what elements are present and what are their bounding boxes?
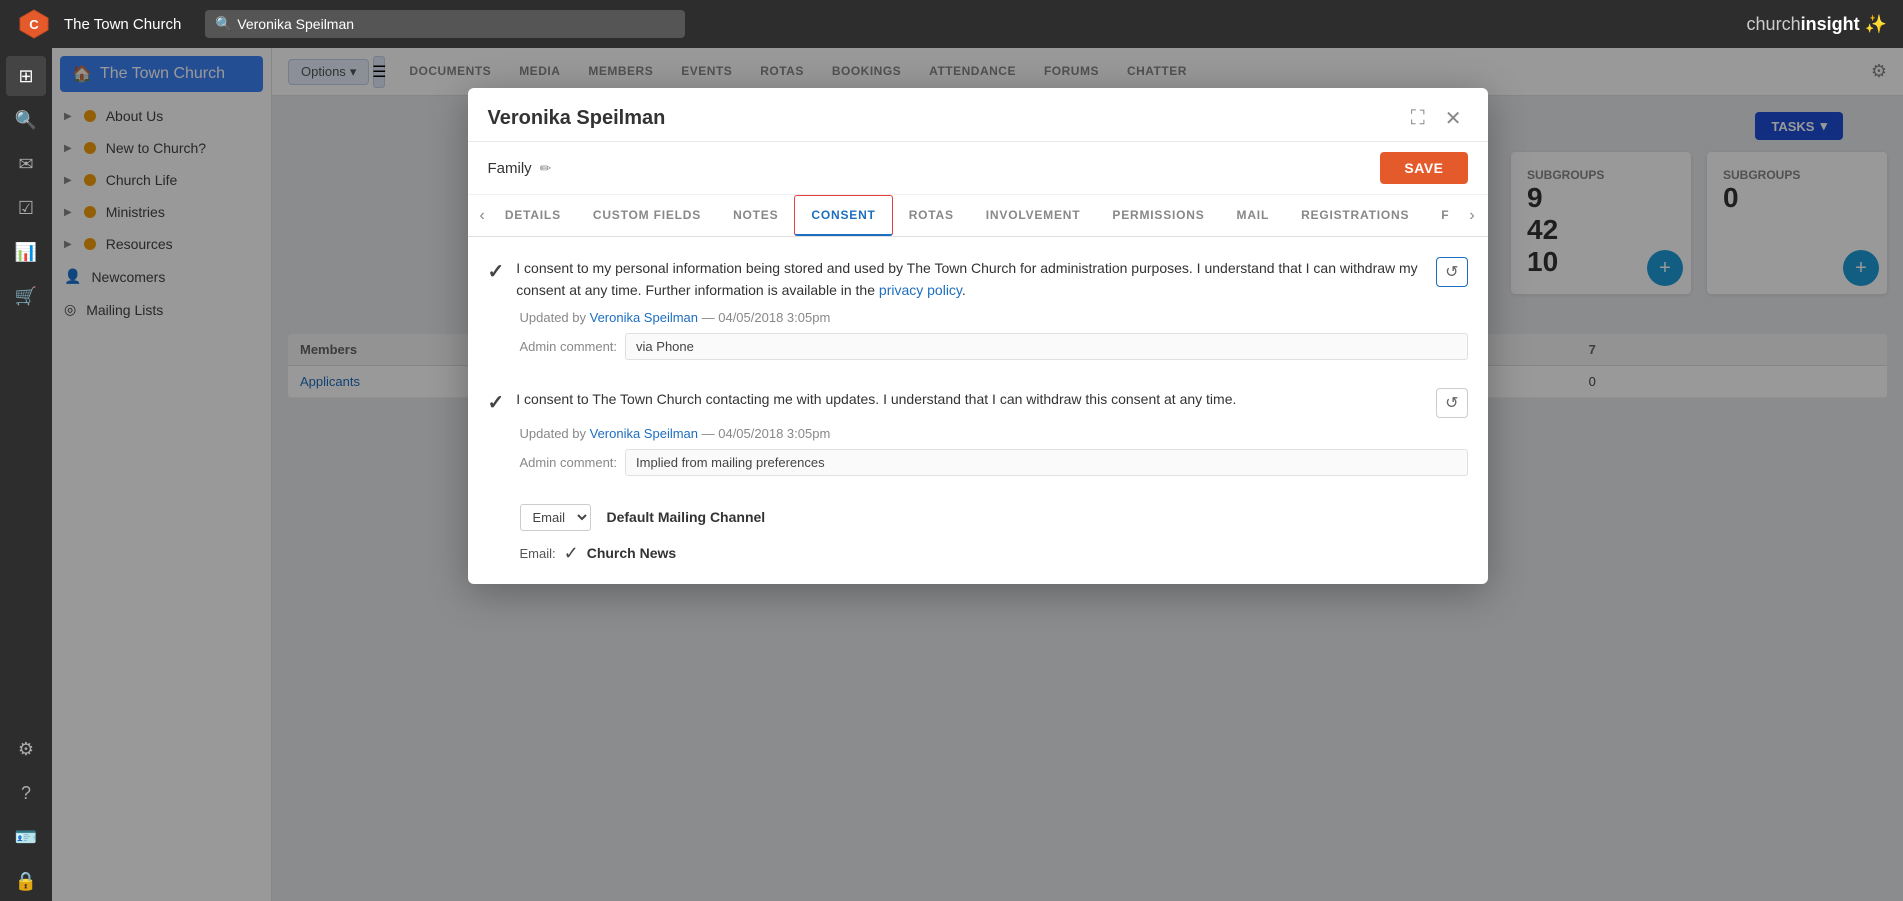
tabs-prev-arrow[interactable]: ‹ xyxy=(476,207,489,225)
sidebar-icon-settings[interactable]: ⚙ xyxy=(6,729,46,769)
consent-item-2: ✓ I consent to The Town Church contactin… xyxy=(488,388,1468,476)
mailing-section: Email Default Mailing Channel Email: ✓ C… xyxy=(520,504,1468,564)
sidebar-icon-mail[interactable]: ✉ xyxy=(6,144,46,184)
consent-checkmark-2: ✓ xyxy=(488,390,505,415)
church-news-check: ✓ xyxy=(564,543,579,564)
tabs-next-arrow[interactable]: › xyxy=(1465,207,1478,225)
modal-close-button[interactable]: ✕ xyxy=(1439,104,1468,133)
left-icon-bar: ⊞ 🔍 ✉ ☑ 📊 🛒 ⚙ ? 🪪 🔒 xyxy=(0,48,52,901)
modal-overlay[interactable]: Veronika Speilman ⛶ ✕ Family ✏ SAVE ‹ DE… xyxy=(52,48,1903,901)
tab-consent[interactable]: CONSENT xyxy=(794,195,892,236)
svg-text:C: C xyxy=(29,17,39,32)
modal-header-actions: ⛶ ✕ xyxy=(1405,104,1468,133)
consent-history-button-2[interactable]: ↺ xyxy=(1436,388,1467,418)
modal-title: Veronika Speilman xyxy=(488,107,1405,130)
mailing-channel-row: Email Default Mailing Channel xyxy=(520,504,1468,531)
edit-icon[interactable]: ✏ xyxy=(540,160,552,177)
top-nav: C The Town Church 🔍 churchinsight ✨ xyxy=(0,0,1903,48)
admin-comment-input-2[interactable] xyxy=(625,449,1467,476)
consent-checkmark-1: ✓ xyxy=(488,259,505,284)
sidebar-icon-lock[interactable]: 🔒 xyxy=(6,861,46,901)
consent-meta-1: Updated by Veronika Speilman — 04/05/201… xyxy=(520,310,1468,325)
tab-permissions[interactable]: PERMISSIONS xyxy=(1096,196,1220,236)
consent-text-1: I consent to my personal information bei… xyxy=(516,257,1424,302)
app-brand-logo: churchinsight ✨ xyxy=(1747,14,1887,35)
sidebar-icon-cart[interactable]: 🛒 xyxy=(6,276,46,316)
org-name-header: The Town Church xyxy=(64,16,181,33)
admin-comment-input-1[interactable] xyxy=(625,333,1467,360)
consent-check-row-1: ✓ I consent to my personal information b… xyxy=(488,257,1468,302)
tab-notes[interactable]: NOTES xyxy=(717,196,794,236)
modal-dialog: Veronika Speilman ⛶ ✕ Family ✏ SAVE ‹ DE… xyxy=(468,88,1488,584)
consent-updater-link-2[interactable]: Veronika Speilman xyxy=(590,426,698,441)
tab-involvement[interactable]: INVOLVEMENT xyxy=(970,196,1097,236)
admin-comment-label-1: Admin comment: xyxy=(520,339,618,354)
tab-registrations[interactable]: REGISTRATIONS xyxy=(1285,196,1425,236)
sidebar-icon-grid[interactable]: ⊞ xyxy=(6,56,46,96)
consent-updater-link-1[interactable]: Veronika Speilman xyxy=(590,310,698,325)
consent-history-button-1[interactable]: ↺ xyxy=(1436,257,1467,287)
modal-family-row: Family ✏ SAVE xyxy=(468,142,1488,195)
tab-custom-fields[interactable]: CUSTOM FIELDS xyxy=(577,196,717,236)
consent-check-row-2: ✓ I consent to The Town Church contactin… xyxy=(488,388,1468,418)
consent-comment-row-2: Admin comment: xyxy=(520,449,1468,476)
app-logo-icon: C xyxy=(16,6,52,42)
consent-comment-row-1: Admin comment: xyxy=(520,333,1468,360)
save-button[interactable]: SAVE xyxy=(1380,152,1467,184)
sidebar-icon-id[interactable]: 🪪 xyxy=(6,817,46,857)
mailing-channel-label: Default Mailing Channel xyxy=(607,509,766,525)
sidebar-icon-question[interactable]: ? xyxy=(6,773,46,813)
modal-expand-button[interactable]: ⛶ xyxy=(1405,105,1431,132)
sidebar-icon-check[interactable]: ☑ xyxy=(6,188,46,228)
privacy-policy-link[interactable]: privacy policy xyxy=(879,282,962,298)
consent-meta-2: Updated by Veronika Speilman — 04/05/201… xyxy=(520,426,1468,441)
tab-rotas[interactable]: ROTAS xyxy=(893,196,970,236)
sidebar-icon-chart[interactable]: 📊 xyxy=(6,232,46,272)
top-nav-right: churchinsight ✨ xyxy=(1747,14,1887,35)
sidebar-icon-search[interactable]: 🔍 xyxy=(6,100,46,140)
modal-header: Veronika Speilman ⛶ ✕ xyxy=(468,88,1488,142)
family-label: Family xyxy=(488,160,532,177)
tab-mail[interactable]: MAIL xyxy=(1221,196,1286,236)
admin-comment-label-2: Admin comment: xyxy=(520,455,618,470)
mailing-channel-select[interactable]: Email xyxy=(520,504,591,531)
search-wrap: 🔍 xyxy=(205,10,685,38)
search-input[interactable] xyxy=(205,10,685,38)
tab-more[interactable]: F xyxy=(1425,196,1465,236)
search-icon: 🔍 xyxy=(215,16,232,33)
consent-text-2: I consent to The Town Church contacting … xyxy=(516,388,1424,410)
modal-tabs: ‹ DETAILS CUSTOM FIELDS NOTES CONSENT RO… xyxy=(468,195,1488,237)
consent-item-1: ✓ I consent to my personal information b… xyxy=(488,257,1468,360)
family-tag: Family ✏ xyxy=(488,160,552,177)
tab-details[interactable]: DETAILS xyxy=(489,196,577,236)
modal-body: ✓ I consent to my personal information b… xyxy=(468,237,1488,584)
church-news-row: Email: ✓ Church News xyxy=(520,543,1468,564)
church-news-label: Church News xyxy=(587,545,676,561)
email-label: Email: xyxy=(520,546,556,561)
